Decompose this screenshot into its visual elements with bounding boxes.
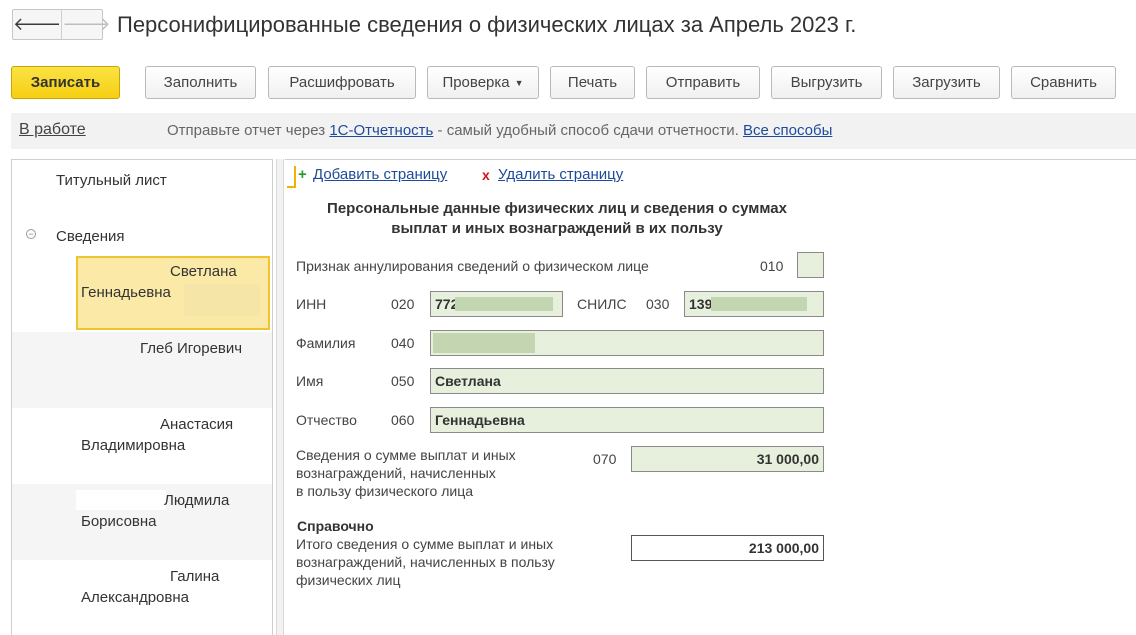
plus-icon: + <box>298 166 307 183</box>
surname-label: Фамилия <box>296 335 356 351</box>
form-heading-line2: выплат и иных вознаграждений в их пользу <box>391 220 723 237</box>
page-cursor-marker <box>287 166 296 188</box>
service-link[interactable]: 1С-Отчетность <box>329 122 433 139</box>
patronymic-field[interactable]: Геннадьевна <box>430 407 824 433</box>
sections-tree: Титульный лист − Сведения Светлана Генна… <box>11 159 273 635</box>
total-label-line2: вознаграждений, начисленных в пользу <box>296 554 555 570</box>
tree-item-section[interactable]: − Сведения <box>12 220 272 256</box>
status-bar: В работе Отправьте отчет через 1С-Отчетн… <box>11 113 1136 149</box>
tree-item-line1: Галина <box>170 568 220 585</box>
save-button[interactable]: Записать <box>11 66 120 99</box>
total-label-line1: Итого сведения о сумме выплат и иных <box>296 536 554 552</box>
redaction-mask <box>184 284 260 316</box>
patronymic-code: 060 <box>391 412 415 428</box>
chevron-down-icon: ▼ <box>514 77 524 88</box>
tree-item-label: Сведения <box>56 228 125 245</box>
panel-splitter[interactable] <box>276 159 284 635</box>
import-button[interactable]: Загрузить <box>893 66 1000 99</box>
send-button[interactable]: Отправить <box>646 66 760 99</box>
payments-label-line3: в пользу физического лица <box>296 483 473 499</box>
tree-item-line1: Анастасия <box>160 416 234 433</box>
tree-item-person-4[interactable]: Людмила Борисовна <box>12 484 272 560</box>
check-dropdown-button[interactable]: Проверка ▼ <box>427 66 539 99</box>
inn-label: ИНН <box>296 296 327 312</box>
tree-item-label: Титульный лист <box>56 172 167 189</box>
payments-code: 070 <box>593 451 617 467</box>
form-heading-line1: Персональные данные физических лиц и све… <box>327 200 787 217</box>
snils-label: СНИЛС <box>577 296 627 312</box>
back-button[interactable]: 🡐 <box>13 10 63 39</box>
fill-button[interactable]: Заполнить <box>145 66 256 99</box>
tree-item-line1: Глеб Игоревич <box>140 340 243 357</box>
redaction-mask <box>76 490 166 510</box>
name-code: 050 <box>391 373 415 389</box>
inn-field[interactable]: 772 <box>430 291 563 317</box>
status-message-suffix: - самый удобный способ сдачи отчетности. <box>437 122 739 139</box>
total-field: 213 000,00 <box>631 535 824 561</box>
payments-label-line1: Сведения о сумме выплат и иных <box>296 447 516 463</box>
patronymic-label: Отчество <box>296 412 357 428</box>
status-message: Отправьте отчет через 1С-Отчетность - са… <box>167 122 832 139</box>
tree-item-person-2[interactable]: Глеб Игоревич <box>12 332 272 408</box>
reference-title: Справочно <box>297 518 374 534</box>
tree-item-line1: Светлана <box>170 263 237 280</box>
inn-code: 020 <box>391 296 415 312</box>
tree-item-line1: Людмила <box>164 492 230 509</box>
payments-label-line2: вознаграждений, начисленных <box>296 465 496 481</box>
report-form: + Добавить страницу x Удалить страницу П… <box>285 159 1136 635</box>
tree-item-person-3[interactable]: Анастасия Владимировна <box>12 408 272 484</box>
tree-item-person-5[interactable]: Галина Александровна <box>12 560 272 635</box>
redaction-mask <box>433 333 535 353</box>
surname-code: 040 <box>391 335 415 351</box>
check-button-label: Проверка <box>442 74 510 91</box>
snils-value: 139 <box>689 296 713 312</box>
status-link[interactable]: В работе <box>19 121 86 139</box>
redaction-mask <box>455 297 553 311</box>
history-navigation: 🡐 🡒 <box>12 9 111 40</box>
export-button[interactable]: Выгрузить <box>771 66 882 99</box>
arrow-left-icon: 🡐 <box>13 14 62 34</box>
payments-field[interactable]: 31 000,00 <box>631 446 824 472</box>
add-page-link[interactable]: Добавить страницу <box>313 166 447 183</box>
tree-item-line2: Владимировна <box>81 437 186 454</box>
arrow-right-icon: 🡒 <box>62 14 111 34</box>
tree-item-line2: Борисовна <box>81 513 157 530</box>
compare-button[interactable]: Сравнить <box>1011 66 1116 99</box>
tree-item-person-1[interactable]: Светлана Геннадьевна <box>76 256 270 330</box>
total-label-line3: физических лиц <box>296 572 401 588</box>
surname-field[interactable] <box>430 330 824 356</box>
cancel-checkbox[interactable] <box>797 252 824 278</box>
tree-item-line2: Геннадьевна <box>81 284 171 301</box>
close-icon: x <box>482 167 490 183</box>
delete-page-link[interactable]: Удалить страницу <box>498 166 623 183</box>
tree-item-line2: Александровна <box>81 589 189 606</box>
page-title: Персонифицированные сведения о физически… <box>117 12 857 37</box>
collapse-icon[interactable]: − <box>26 229 36 239</box>
forward-button[interactable]: 🡒 <box>62 10 110 39</box>
snils-field[interactable]: 139 <box>684 291 824 317</box>
name-label: Имя <box>296 373 324 389</box>
tree-item-title-page[interactable]: Титульный лист <box>12 160 272 220</box>
status-message-prefix: Отправьте отчет через <box>167 122 326 139</box>
all-ways-link[interactable]: Все способы <box>743 122 832 139</box>
cancel-label: Признак аннулирования сведений о физичес… <box>296 258 649 274</box>
form-heading: Персональные данные физических лиц и све… <box>302 199 812 239</box>
cancel-code: 010 <box>760 258 784 274</box>
decode-button[interactable]: Расшифровать <box>268 66 416 99</box>
name-field[interactable]: Светлана <box>430 368 824 394</box>
print-button[interactable]: Печать <box>550 66 635 99</box>
redaction-mask <box>711 297 807 311</box>
snils-code: 030 <box>646 296 670 312</box>
